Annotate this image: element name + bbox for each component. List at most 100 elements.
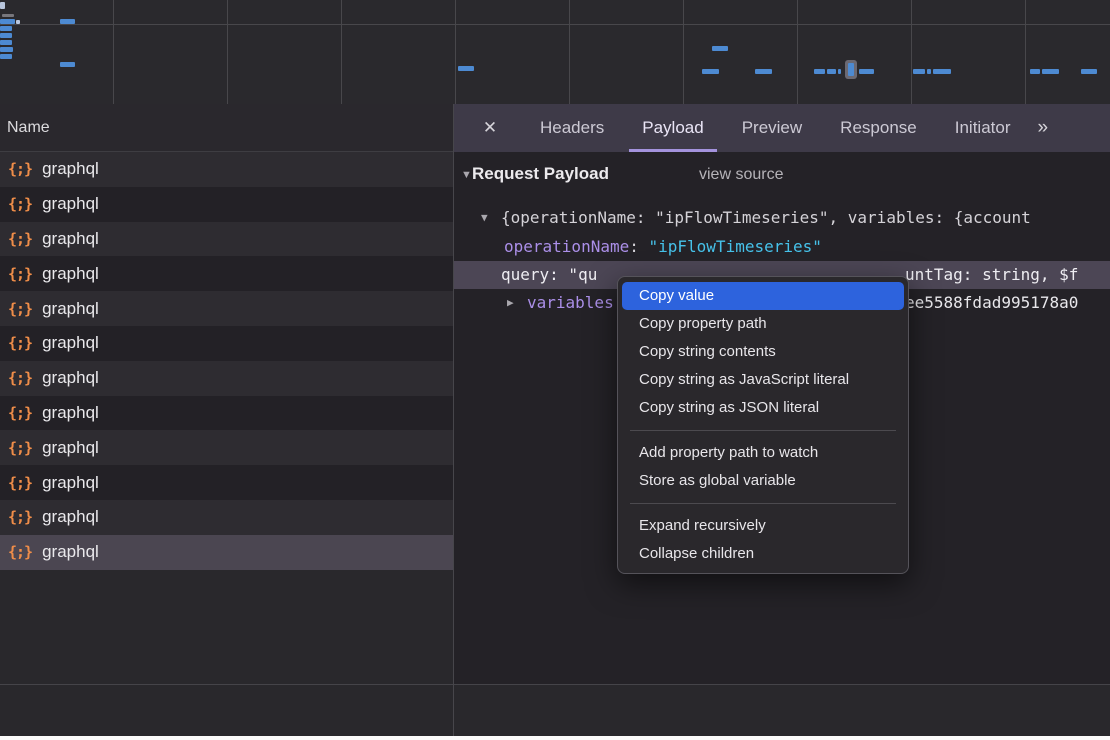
request-name: graphql — [42, 333, 99, 353]
tab-headers[interactable]: Headers — [527, 104, 617, 152]
property-key: operationName — [504, 237, 629, 256]
request-row[interactable]: {;} graphql — [0, 430, 453, 465]
overview-request-bar — [1030, 69, 1040, 74]
request-name: graphql — [42, 368, 99, 388]
request-row[interactable]: {;}graphql — [0, 187, 453, 222]
overview-gridline — [455, 0, 456, 104]
request-payload-section[interactable]: ▼ Request Payload view source — [453, 164, 1110, 188]
request-row[interactable]: {;} graphql — [0, 500, 453, 535]
request-row[interactable]: {;}graphql — [0, 222, 453, 257]
overview-request-bar — [848, 63, 854, 76]
request-row[interactable]: {;} graphql — [0, 361, 453, 396]
request-name: graphql — [42, 507, 99, 527]
request-row[interactable]: {;} graphql — [0, 256, 453, 291]
json-braces-icon: {;} — [8, 543, 32, 561]
overview-request-bar — [0, 33, 12, 38]
menu-item-collapse-children[interactable]: Collapse children — [622, 540, 904, 568]
overview-request-bar — [913, 69, 925, 74]
json-braces-icon: {;} — [8, 334, 32, 352]
overview-request-bar — [755, 69, 772, 74]
view-source-link[interactable]: view source — [699, 166, 783, 184]
overview-request-bar — [838, 69, 841, 74]
property-value-string: "ipFlowTimeseries" — [649, 237, 822, 256]
menu-item-copy-string-as-javascript-literal[interactable]: Copy string as JavaScript literal — [622, 366, 904, 394]
more-tabs-icon[interactable]: » — [1037, 104, 1046, 152]
overview-gridline — [683, 0, 684, 104]
menu-item-copy-value[interactable]: Copy value — [622, 282, 904, 310]
name-column-label: Name — [7, 119, 50, 137]
tab-initiator[interactable]: Initiator — [942, 104, 1024, 152]
request-name: graphql — [42, 542, 99, 562]
name-column-header[interactable]: Name — [0, 104, 453, 152]
json-braces-icon: {;} — [8, 369, 32, 387]
overview-request-bar — [814, 69, 825, 74]
request-name: graphql — [42, 473, 99, 493]
overview-gridline — [113, 0, 114, 104]
request-row-selected[interactable]: {;} graphql — [0, 535, 453, 570]
key-separator: : — [629, 237, 648, 256]
overview-gridline — [1025, 0, 1026, 104]
devtools-window: Name {;}graphql{;}graphql{;}graphql{;}gr… — [0, 0, 1110, 736]
request-name: graphql — [42, 264, 99, 284]
overview-request-bar — [927, 69, 931, 74]
overview-request-bar — [0, 47, 13, 52]
request-name: graphql — [42, 403, 99, 423]
overview-request-bar — [60, 62, 75, 67]
overview-request-bar — [0, 2, 5, 9]
request-row[interactable]: {;} graphql — [0, 465, 453, 500]
tab-response[interactable]: Response — [827, 104, 930, 152]
request-row[interactable]: {;} graphql — [0, 396, 453, 431]
json-braces-icon: {;} — [8, 508, 32, 526]
section-title: Request Payload — [472, 164, 609, 184]
network-summary-bar — [0, 684, 1110, 736]
json-braces-icon: {;} — [8, 439, 32, 457]
network-main: Name {;}graphql{;}graphql{;}graphql{;}gr… — [0, 104, 1110, 684]
request-name: graphql — [42, 438, 99, 458]
overview-request-bar — [0, 19, 15, 24]
expand-arrow-icon[interactable]: ▶ — [507, 289, 514, 317]
menu-item-copy-string-contents[interactable]: Copy string contents — [622, 338, 904, 366]
menu-item-store-as-global-variable[interactable]: Store as global variable — [622, 467, 904, 495]
json-braces-icon: {;} — [8, 160, 32, 178]
menu-item-add-property-path-to-watch[interactable]: Add property path to watch — [622, 439, 904, 467]
request-list: {;} graphql {;} graphql {;} graphql {;} graphql… — [0, 152, 453, 570]
request-name: graphql — [42, 159, 99, 179]
overview-request-bar — [702, 69, 719, 74]
overview-waterfall[interactable] — [0, 0, 1110, 104]
menu-item-expand-recursively[interactable]: Expand recursively — [622, 512, 904, 540]
json-braces-icon: {;} — [8, 474, 32, 492]
variables-row-right-text: ee5588fdad995178a0 — [905, 289, 1078, 317]
menu-separator — [630, 430, 896, 431]
payload-root-preview: {operationName: "ipFlowTimeseries", vari… — [501, 204, 1031, 232]
overview-request-bar — [0, 26, 12, 31]
overview-request-bar — [1081, 69, 1097, 74]
request-name: graphql — [42, 194, 99, 214]
overview-request-bar — [712, 46, 728, 51]
operationname-text: operationName: "ipFlowTimeseries" — [504, 233, 822, 261]
overview-gridline — [227, 0, 228, 104]
tab-preview[interactable]: Preview — [729, 104, 815, 152]
collapse-arrow-icon[interactable]: ▼ — [461, 169, 472, 181]
payload-root-row[interactable]: ▼ {operationName: "ipFlowTimeseries", va… — [453, 204, 1110, 232]
request-row[interactable]: {;} graphql — [0, 291, 453, 326]
payload-operationname-row[interactable]: operationName: "ipFlowTimeseries" — [453, 233, 1110, 261]
panel-split-divider[interactable] — [453, 104, 454, 736]
json-braces-icon: {;} — [8, 300, 32, 318]
expand-arrow-icon[interactable]: ▼ — [481, 204, 488, 232]
menu-item-copy-property-path[interactable]: Copy property path — [622, 310, 904, 338]
overview-request-bar — [1042, 69, 1059, 74]
overview-divider — [0, 24, 1110, 25]
context-menu: Copy valueCopy property pathCopy string … — [617, 276, 909, 574]
tab-payload[interactable]: Payload — [629, 104, 716, 152]
json-braces-icon: {;} — [8, 265, 32, 283]
request-name: graphql — [42, 299, 99, 319]
menu-item-copy-string-as-json-literal[interactable]: Copy string as JSON literal — [622, 394, 904, 422]
request-row[interactable]: {;} graphql — [0, 326, 453, 361]
overview-gridline — [341, 0, 342, 104]
overview-request-bar — [827, 69, 836, 74]
json-braces-icon: {;} — [8, 404, 32, 422]
request-row[interactable]: {;} graphql — [0, 152, 453, 187]
overview-request-bar — [458, 66, 474, 71]
overview-gridline — [569, 0, 570, 104]
close-icon[interactable]: ✕ — [475, 104, 505, 152]
